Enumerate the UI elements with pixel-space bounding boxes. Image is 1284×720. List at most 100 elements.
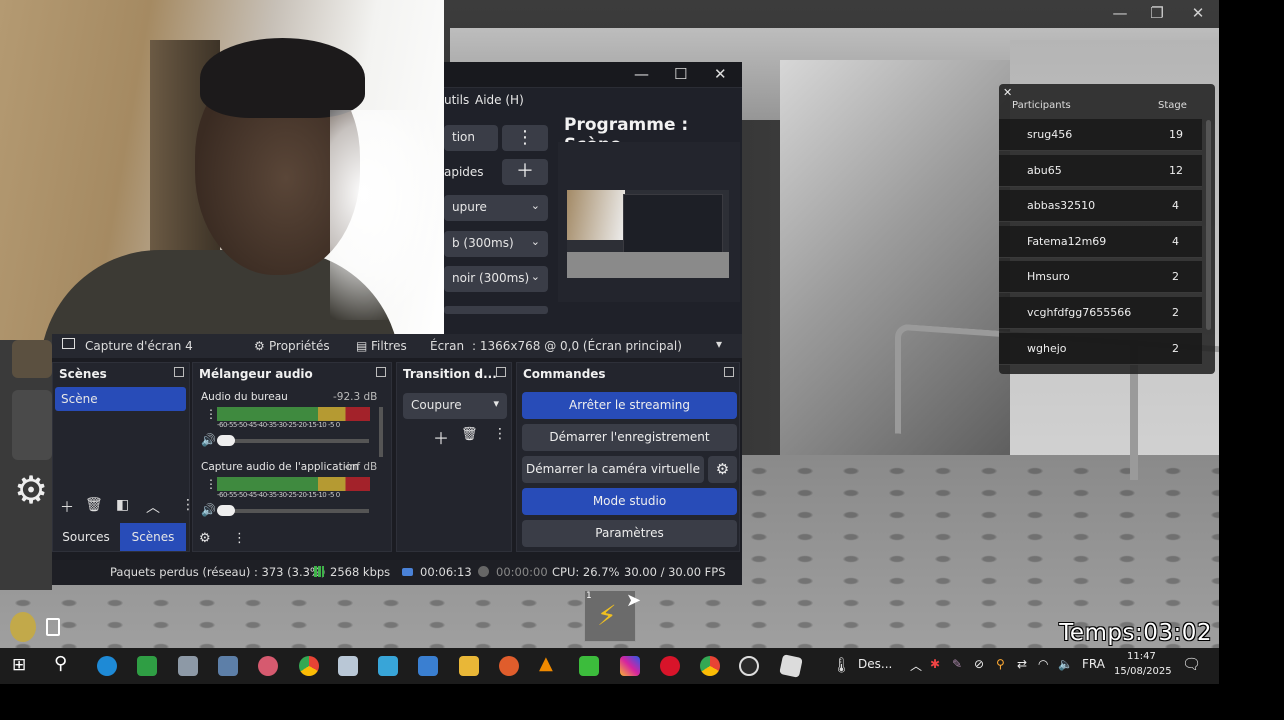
properties-button[interactable]: Propriétés [269, 339, 330, 353]
tray-app-icon[interactable]: ✱ [930, 657, 940, 671]
tray-circle-icon[interactable]: ⊘ [974, 657, 984, 671]
word-icon[interactable] [418, 656, 438, 676]
show-hidden-icons[interactable]: ︿ [910, 657, 922, 674]
volume-slider[interactable] [217, 505, 369, 516]
leaderboard-row[interactable]: Fatema12m69 4 [999, 226, 1202, 258]
leaderboard-row[interactable]: abbas32510 4 [999, 190, 1202, 222]
virtual-camera-settings-button[interactable]: ⚙ [708, 456, 737, 483]
studio-mode-button[interactable]: Mode studio [522, 488, 737, 515]
undock-icon[interactable] [496, 367, 506, 377]
settings-gear-icon[interactable]: ⚙ [14, 471, 50, 509]
leaderboard-row[interactable]: wghejo 2 [999, 333, 1202, 365]
transition-more-button[interactable]: ⋮ [502, 125, 548, 151]
paint-icon[interactable] [258, 656, 278, 676]
start-virtual-camera-button[interactable]: Démarrer la caméra virtuelle [522, 456, 704, 483]
volume-slider-knob[interactable] [217, 435, 235, 446]
screen-select-chevron-icon[interactable]: ▾ [716, 337, 722, 351]
add-quick-transition-button[interactable]: ＋ [502, 159, 548, 185]
avatar-thumb[interactable] [12, 340, 52, 378]
filters-button[interactable]: Filtres [371, 339, 407, 353]
volume-slider-knob[interactable] [217, 505, 235, 516]
roblox-logo-icon[interactable] [10, 612, 36, 642]
tab-scenes[interactable]: Scènes [120, 523, 186, 551]
menu-outils[interactable]: utils [444, 93, 469, 107]
leaderboard-row[interactable]: Hmsuro 2 [999, 261, 1202, 293]
leaderboard-close-icon[interactable]: ✕ [1003, 86, 1012, 99]
game-close-icon[interactable]: ✕ [1187, 4, 1209, 22]
tray-pen-icon[interactable]: ✎ [952, 657, 962, 671]
transition-button[interactable]: tion [444, 125, 498, 151]
capcut-icon[interactable] [579, 656, 599, 676]
move-up-icon[interactable]: ︿ [146, 497, 160, 517]
kebab-icon[interactable]: ⋮ [493, 426, 507, 442]
edge-icon[interactable] [97, 656, 117, 676]
speaker-icon[interactable]: 🔊 [201, 503, 216, 517]
search-icon[interactable]: ⚲ [54, 653, 74, 674]
quick-transition-cut[interactable]: upure ⌄ [444, 195, 548, 221]
notifications-icon[interactable]: 🗨 [1182, 655, 1201, 673]
calculator-icon[interactable] [218, 656, 238, 676]
transition-select[interactable]: Coupure ▾ [403, 393, 507, 419]
opera-icon[interactable] [660, 656, 680, 676]
obs-icon[interactable] [739, 656, 759, 676]
volume-slider[interactable] [217, 435, 369, 446]
game-restore-icon[interactable]: ❐ [1146, 4, 1168, 22]
quick-transition-partial[interactable] [444, 306, 548, 314]
kebab-icon[interactable]: ⋮ [233, 531, 246, 546]
speaker-icon[interactable]: 🔊 [201, 433, 216, 447]
chrome-icon[interactable] [299, 656, 319, 676]
clock-date[interactable]: 15/08/2025 [1114, 666, 1172, 677]
chrome-profile-icon[interactable] [700, 656, 720, 676]
tray-search-icon[interactable]: ⚲ [996, 657, 1005, 671]
scene-filters-icon[interactable]: ◧ [116, 497, 129, 513]
undock-icon[interactable] [376, 367, 386, 377]
photos-icon[interactable] [178, 656, 198, 676]
scene-item[interactable]: Scène [55, 387, 186, 411]
kebab-icon[interactable]: ⋮ [205, 407, 217, 421]
cube-app-icon[interactable] [338, 656, 358, 676]
start-recording-button[interactable]: Démarrer l'enregistrement [522, 424, 737, 451]
gear-icon[interactable]: ⚙ [254, 339, 265, 353]
taskbar-pinned-label[interactable]: Des... [858, 657, 892, 671]
leaderboard-row[interactable]: srug456 19 [999, 119, 1202, 151]
clock-time[interactable]: 11:47 [1127, 651, 1156, 662]
media-app-icon[interactable] [499, 656, 519, 676]
volume-icon[interactable]: 🔈 [1058, 657, 1073, 671]
windows-start-icon[interactable]: ⊞ [12, 655, 32, 675]
stop-streaming-button[interactable]: Arrêter le streaming [522, 392, 737, 419]
undock-icon[interactable] [174, 367, 184, 377]
undock-icon[interactable] [724, 367, 734, 377]
filters-icon[interactable]: ▤ [356, 339, 367, 353]
chat-toggle-icon[interactable] [46, 618, 60, 636]
add-scene-icon[interactable]: ＋ [60, 497, 74, 517]
remove-scene-icon[interactable]: 🗑 [85, 497, 103, 513]
add-transition-icon[interactable]: ＋ [433, 425, 449, 449]
mixer-settings-icon[interactable]: ⚙ [199, 531, 211, 546]
roblox-icon[interactable] [779, 654, 803, 678]
quick-transition-black[interactable]: noir (300ms) ⌄ [444, 266, 548, 292]
tray-link-icon[interactable]: ⇄ [1017, 657, 1027, 671]
mixer-scrollbar[interactable] [379, 407, 383, 457]
program-preview[interactable] [558, 142, 740, 302]
kebab-icon[interactable]: ⋮ [205, 477, 217, 491]
remove-transition-icon[interactable]: 🗑 [461, 427, 478, 442]
backpack-button[interactable] [12, 390, 52, 460]
menu-aide[interactable]: Aide (H) [475, 93, 524, 107]
obs-close-icon[interactable]: ✕ [714, 65, 727, 83]
language-indicator[interactable]: FRA [1082, 657, 1105, 671]
screen-select-value[interactable]: : 1366x768 @ 0,0 (Écran principal) [472, 339, 682, 353]
leaderboard-row[interactable]: vcghfdfgg7655566 2 [999, 297, 1202, 329]
obs-maximize-icon[interactable]: ☐ [674, 65, 687, 83]
wifi-icon[interactable]: ◠ [1038, 657, 1048, 671]
leaderboard-row[interactable]: abu65 12 [999, 155, 1202, 187]
game-minimize-icon[interactable]: — [1109, 4, 1131, 22]
settings-button[interactable]: Paramètres [522, 520, 737, 547]
leaderboard-scrollbar[interactable] [1206, 120, 1211, 330]
app-icon[interactable] [378, 656, 398, 676]
quick-transition-fade[interactable]: b (300ms) ⌄ [444, 231, 548, 257]
vlc-icon[interactable]: ▲ [539, 653, 559, 674]
file-explorer-icon[interactable] [459, 656, 479, 676]
obs-minimize-icon[interactable]: — [634, 65, 649, 83]
instagram-icon[interactable] [620, 656, 640, 676]
spreadsheet-icon[interactable] [137, 656, 157, 676]
